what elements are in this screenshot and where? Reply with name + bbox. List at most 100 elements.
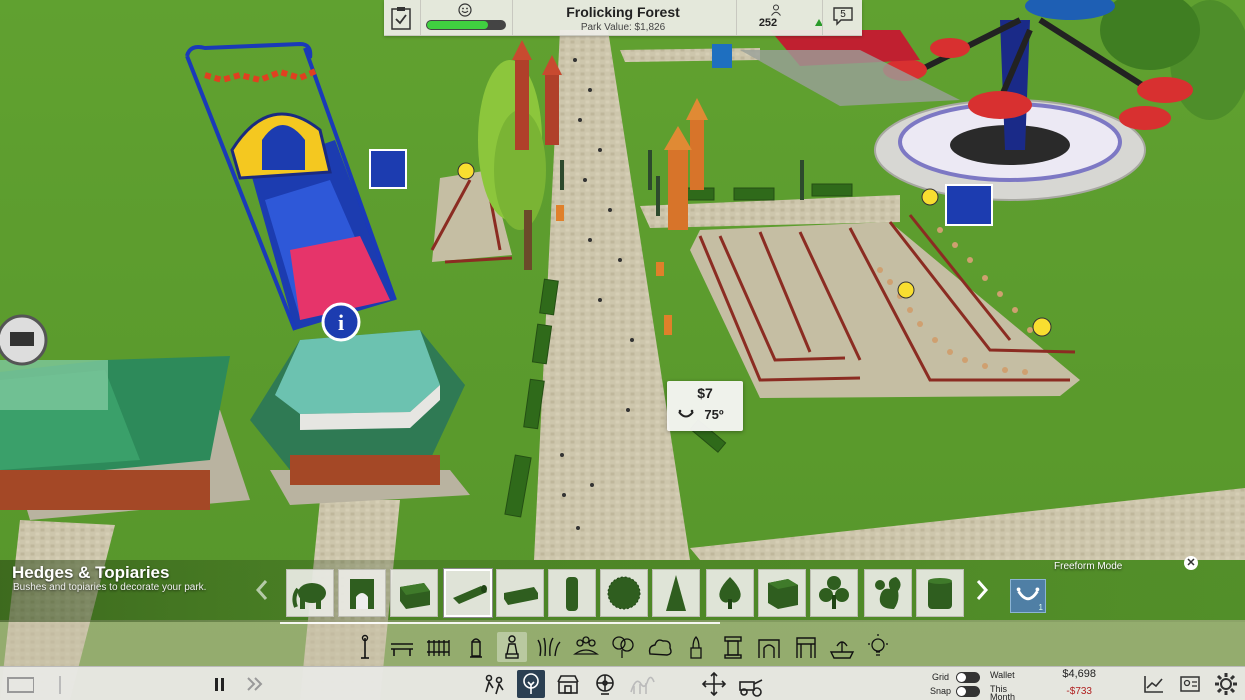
coaster-tool-button[interactable] <box>628 670 656 698</box>
message-count: 5 <box>840 9 846 20</box>
ride-tool-button[interactable] <box>591 670 619 698</box>
move-tool-button[interactable] <box>700 670 728 698</box>
staff-button[interactable] <box>1176 670 1204 698</box>
wallet-value[interactable]: $4,698 <box>1040 668 1096 680</box>
close-panel-button[interactable]: ✕ <box>1184 556 1198 570</box>
elephant-topiary-icon <box>292 583 326 609</box>
scenery-item-elephant-topiary[interactable] <box>286 569 334 617</box>
fast-forward-icon <box>247 677 263 691</box>
coaster-tool-icon <box>630 676 655 694</box>
park-value: Park Value: $1,826 <box>580 22 666 33</box>
this-month-label-line2: Month <box>990 692 1016 700</box>
category-fountain-spray[interactable] <box>681 632 711 662</box>
gate-icon <box>796 637 816 658</box>
scenery-tool-button[interactable] <box>517 670 545 698</box>
grid-toggle[interactable] <box>956 672 980 683</box>
category-gate[interactable] <box>791 632 821 662</box>
cone-topiary-icon <box>666 575 686 611</box>
squirrel-topiary-icon <box>875 577 901 609</box>
category-underline <box>280 622 720 624</box>
club-topiary-icon <box>819 576 849 609</box>
messages-button[interactable]: 5 <box>828 0 858 36</box>
scenery-item-hedge-column[interactable] <box>548 569 596 617</box>
fire-hydrant-icon <box>470 638 482 658</box>
minimap-button[interactable] <box>6 670 35 698</box>
hedge-archway-icon <box>350 579 374 609</box>
scenery-category-description: Bushes and topiaries to decorate your pa… <box>13 582 207 593</box>
hedge-column-icon <box>566 577 578 611</box>
move-tool-icon <box>701 671 727 697</box>
snap-toggle[interactable] <box>956 686 980 697</box>
fountain-icon <box>829 641 855 659</box>
ride-price: $7 <box>697 385 713 401</box>
category-grass[interactable] <box>534 632 564 662</box>
spade-topiary-icon <box>719 577 741 609</box>
scenery-category-title: Hedges & Topiaries <box>12 563 170 582</box>
category-tree[interactable] <box>608 632 638 662</box>
shop-tool-button[interactable] <box>554 670 582 698</box>
scenery-item-club-topiary[interactable] <box>810 569 858 617</box>
park-happiness[interactable] <box>426 0 506 36</box>
happiness-bar-fill <box>427 21 488 29</box>
arch-icon <box>758 639 780 658</box>
category-fountain[interactable] <box>827 632 857 662</box>
scenery-item-spade-topiary[interactable] <box>706 569 754 617</box>
snap-label: Snap <box>930 686 952 696</box>
hover-ride-tooltip: $7 75º <box>667 381 743 431</box>
guest-count[interactable]: 252 <box>746 0 823 36</box>
finances-button[interactable] <box>1140 670 1168 698</box>
scroll-left-icon[interactable] <box>254 578 270 602</box>
svg-text:i: i <box>338 310 344 335</box>
scenery-item-cone-topiary[interactable] <box>652 569 700 617</box>
thermometer-icon <box>59 676 61 694</box>
category-fence[interactable] <box>423 632 453 662</box>
path-tool-icon <box>485 674 504 695</box>
fast-forward-button[interactable] <box>242 670 270 698</box>
category-bush[interactable] <box>645 632 675 662</box>
scenery-item-hedge-log[interactable] <box>444 569 492 617</box>
fountain-spray-icon <box>690 636 702 659</box>
pillar-icon <box>724 636 742 659</box>
smiley-icon <box>458 3 472 17</box>
freeform-mode-label[interactable]: Freeform Mode <box>1054 561 1122 572</box>
category-lamp[interactable] <box>350 632 380 662</box>
category-flower-bed[interactable] <box>571 632 601 662</box>
pause-button[interactable] <box>206 670 234 698</box>
cylinder-hedge-icon <box>928 578 952 609</box>
scenery-item-hedge-block[interactable] <box>390 569 438 617</box>
flower-bed-icon <box>572 636 600 655</box>
pause-icon <box>215 678 224 691</box>
chart-icon <box>1144 676 1163 693</box>
scenery-item-round-bush[interactable] <box>600 569 648 617</box>
category-arch[interactable] <box>754 632 784 662</box>
scenery-item-cube-hedge[interactable] <box>758 569 806 617</box>
minimap-icon <box>7 677 35 693</box>
scenery-category-row <box>350 628 910 666</box>
terraform-tool-button[interactable] <box>737 670 765 698</box>
scenery-item-hedge-long[interactable] <box>496 569 544 617</box>
round-bush-icon <box>607 576 641 610</box>
wallet-label: Wallet <box>990 670 1015 680</box>
bottom-toolbar: Grid Snap Wallet $4,698 This Month -$733 <box>0 666 1245 700</box>
objectives-icon[interactable] <box>390 6 412 30</box>
thermometer-button[interactable] <box>50 670 78 698</box>
this-month-value: -$733 <box>1066 686 1092 697</box>
path-tool-button[interactable] <box>480 670 508 698</box>
category-statue[interactable] <box>497 632 527 662</box>
park-name: Frolicking Forest <box>566 4 680 20</box>
scenery-item-squirrel-topiary[interactable] <box>864 569 912 617</box>
lamp-icon <box>361 634 369 659</box>
scenery-item-hedge-archway[interactable] <box>338 569 386 617</box>
hedge-log-icon <box>453 585 487 604</box>
blueprint-button[interactable]: 1 <box>1010 579 1046 613</box>
settings-button[interactable] <box>1212 670 1240 698</box>
category-fire-hydrant[interactable] <box>461 632 491 662</box>
scenery-item-cylinder-hedge[interactable] <box>916 569 964 617</box>
park-info[interactable]: Frolicking Forest Park Value: $1,826 <box>514 0 732 36</box>
scroll-right-icon[interactable] <box>974 578 990 602</box>
ride-tool-icon <box>596 674 614 695</box>
tree-icon <box>612 636 634 658</box>
category-light-bulb[interactable] <box>863 632 893 662</box>
category-pillar[interactable] <box>718 632 748 662</box>
category-bench[interactable] <box>387 632 417 662</box>
